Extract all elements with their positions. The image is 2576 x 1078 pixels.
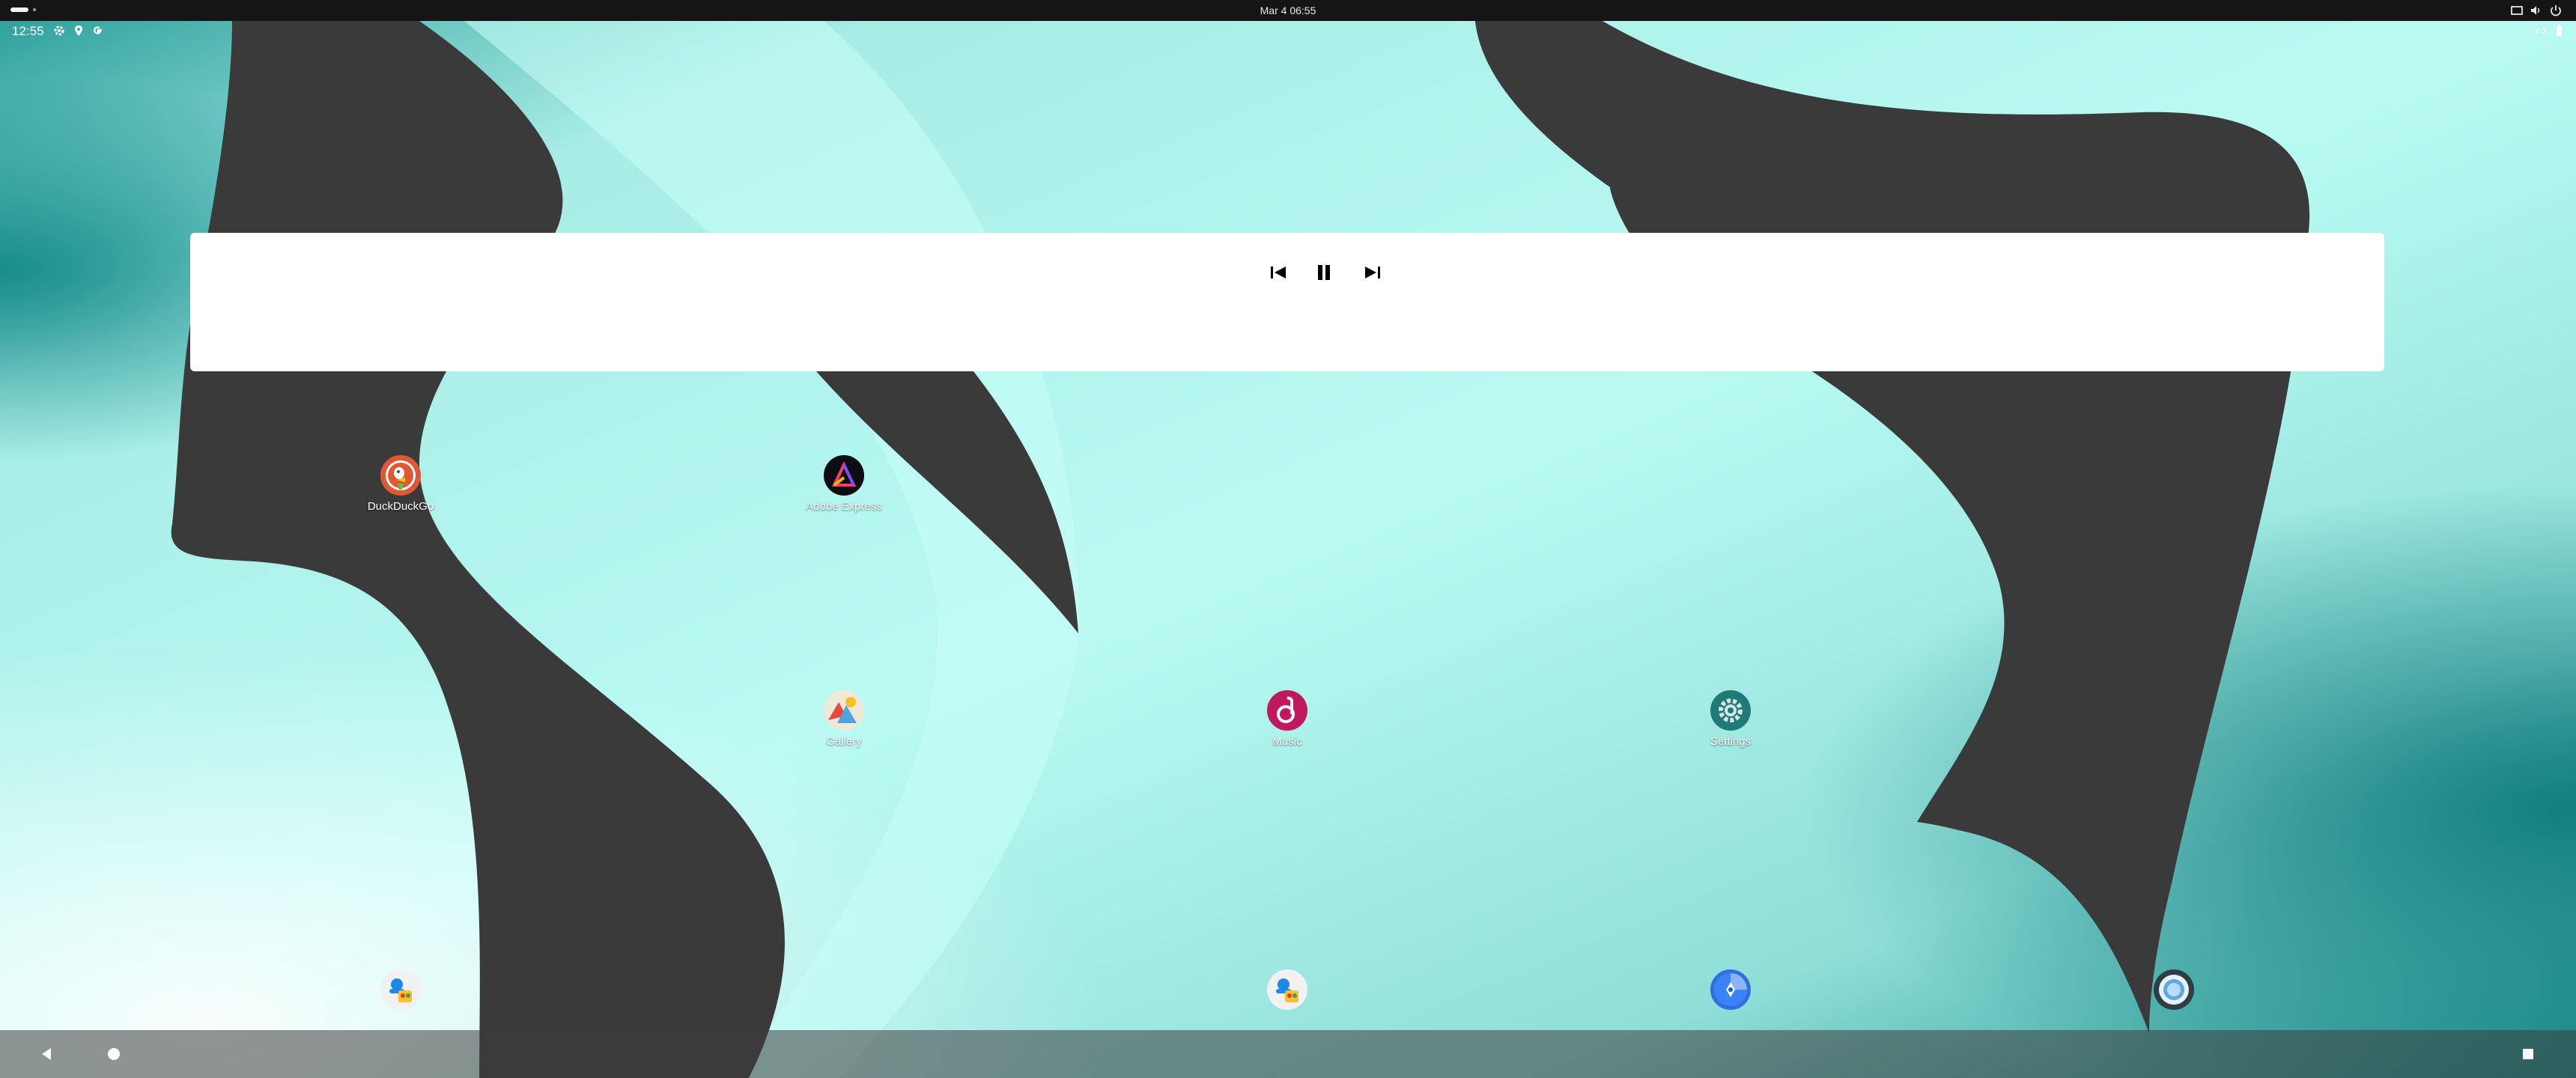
app-label: Settings xyxy=(1710,735,1752,748)
app-music[interactable]: Music xyxy=(1227,690,1347,748)
battery-icon xyxy=(2557,25,2562,36)
volume-icon[interactable] xyxy=(2530,4,2543,17)
google-icon xyxy=(94,26,102,34)
previous-icon[interactable] xyxy=(1266,260,1291,285)
app-label: Adobe Express xyxy=(806,500,882,513)
next-icon[interactable] xyxy=(1360,260,1385,285)
app-settings[interactable]: Settings xyxy=(1671,690,1790,748)
power-icon[interactable] xyxy=(2549,4,2563,17)
app-gallery[interactable]: Gallery xyxy=(784,690,904,748)
activities-indicator[interactable] xyxy=(10,7,28,12)
app-label: DuckDuckGo xyxy=(367,500,434,513)
recents-icon[interactable] xyxy=(2519,1045,2537,1063)
expand-arrows-icon xyxy=(2535,27,2547,34)
settings-app-icon xyxy=(1710,690,1751,731)
home-icon[interactable] xyxy=(105,1045,123,1063)
status-bar: 12:55 xyxy=(0,21,2576,42)
system-top-bar: Mar 4 06:55 xyxy=(0,0,2576,21)
app-duckduckgo[interactable]: DuckDuckGo xyxy=(341,455,461,513)
compass-icon xyxy=(1710,969,1751,1010)
music-icon xyxy=(1267,690,1307,731)
gallery-icon xyxy=(824,690,864,731)
back-icon[interactable] xyxy=(37,1045,55,1063)
settings-icon xyxy=(54,25,64,36)
system-clock[interactable]: Mar 4 06:55 xyxy=(1213,4,1363,16)
screen-icon[interactable] xyxy=(2510,4,2524,17)
camera-icon xyxy=(2154,969,2194,1010)
dock-app-compass[interactable] xyxy=(1671,969,1790,1010)
media-widget xyxy=(190,233,2384,371)
contacts-icon xyxy=(380,969,421,1010)
status-time: 12:55 xyxy=(12,24,44,38)
duckduckgo-icon xyxy=(380,455,421,496)
adobe-express-icon xyxy=(824,455,864,496)
pause-icon[interactable] xyxy=(1311,260,1337,285)
app-label: Music xyxy=(1272,735,1302,748)
wallpaper xyxy=(0,0,2576,1078)
location-icon xyxy=(75,25,82,36)
dock-app-camera[interactable] xyxy=(2114,969,2234,1010)
navigation-bar xyxy=(0,1030,2576,1078)
workspace-dot xyxy=(33,8,36,11)
dock-app-contacts-1[interactable] xyxy=(341,969,461,1010)
app-label: Gallery xyxy=(826,735,862,748)
contacts-icon xyxy=(1267,969,1307,1010)
dock-app-contacts-2[interactable] xyxy=(1227,969,1347,1010)
app-adobe-express[interactable]: Adobe Express xyxy=(784,455,904,513)
